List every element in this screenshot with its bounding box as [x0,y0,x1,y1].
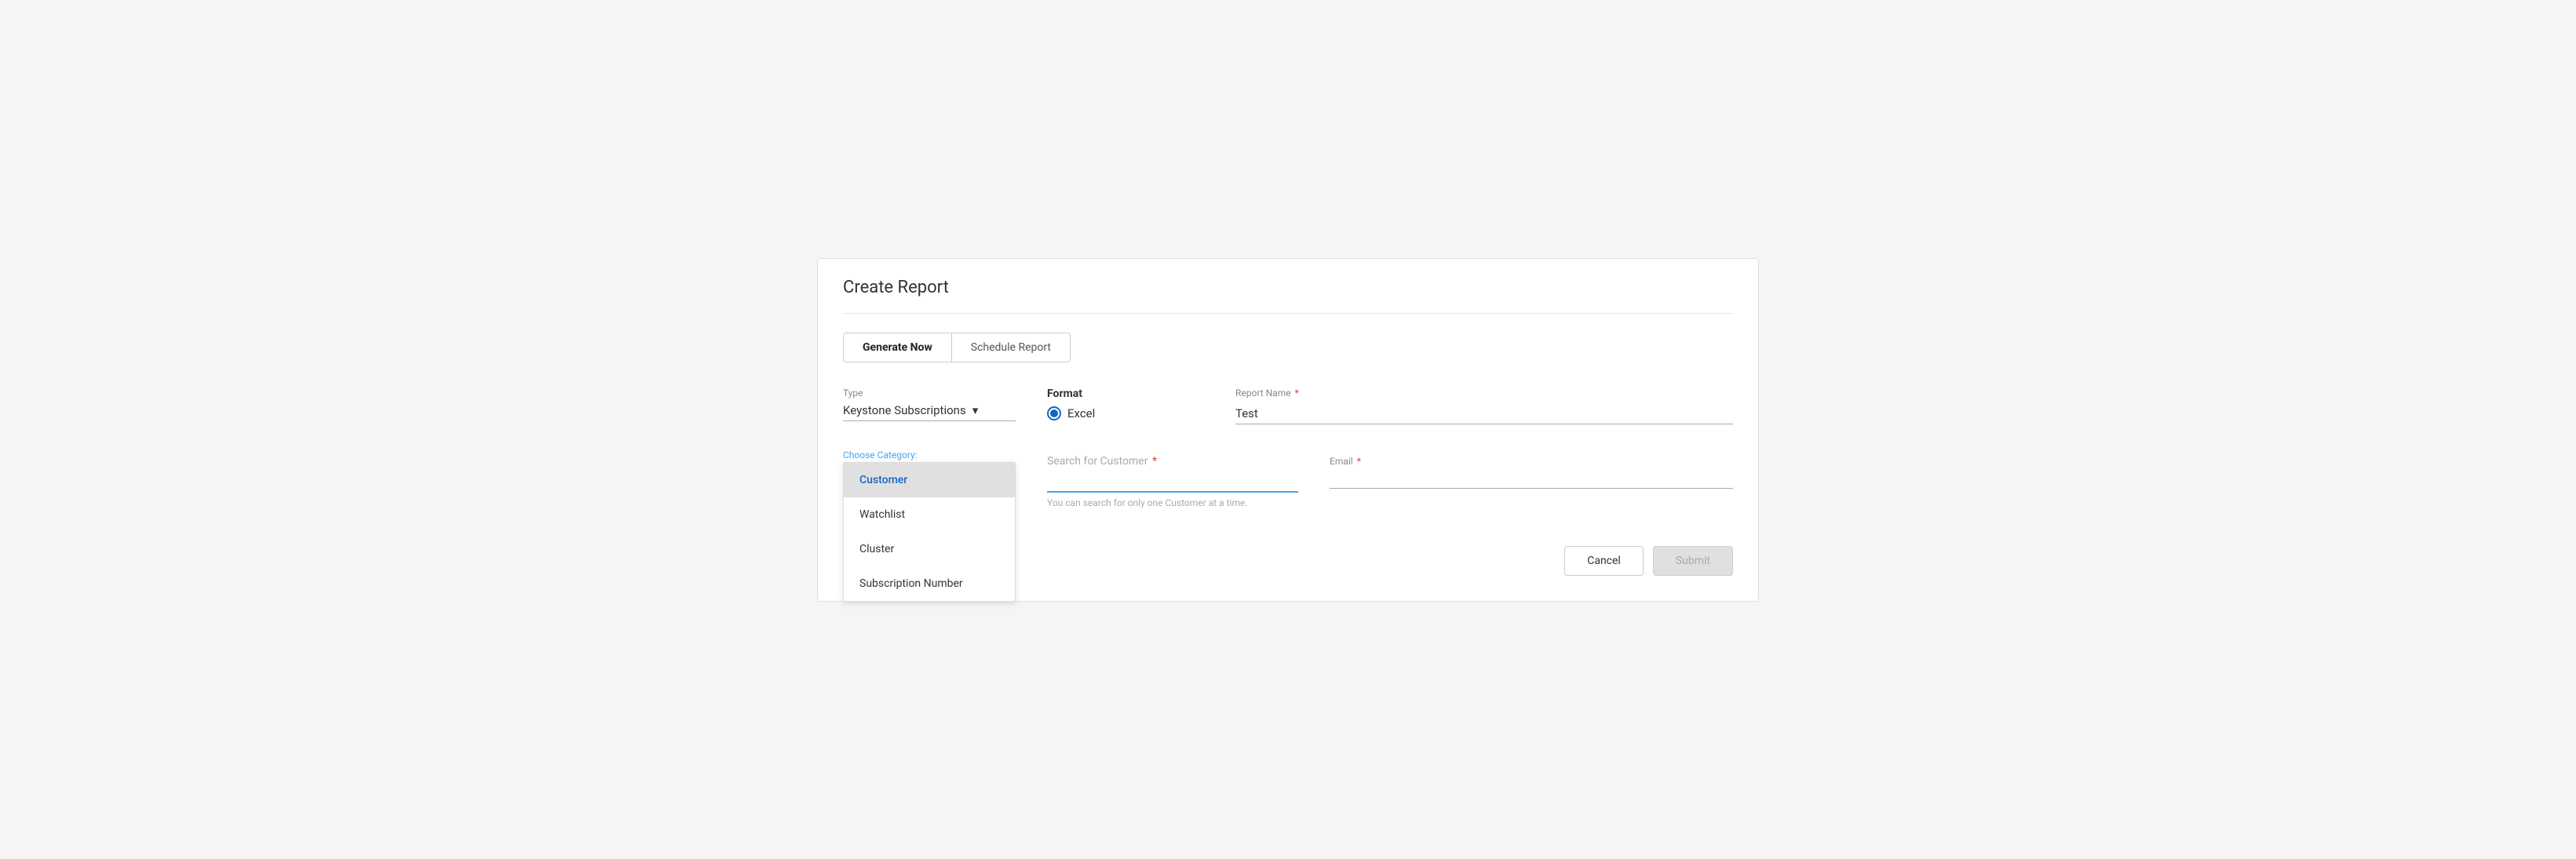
dropdown-item-watchlist[interactable]: Watchlist [844,497,1015,532]
search-hint: You can search for only one Customer at … [1047,497,1298,508]
choose-category-label: Choose Category: [843,450,918,460]
report-name-required: * [1295,388,1299,399]
search-input-wrapper: Search for Customer * You can search for… [1047,453,1298,508]
format-group: Format Excel [1047,388,1204,420]
second-form-row: Choose Category: Customer Watchlist Clus… [843,446,1733,508]
search-label: Search for Customer * [1047,455,1157,468]
dropdown-item-subscription-number[interactable]: Subscription Number [844,566,1015,601]
excel-radio-label: Excel [1067,406,1095,420]
report-name-group: Report Name * [1235,388,1733,424]
dropdown-arrow-icon: ▾ [972,403,979,417]
first-form-row: Type Keystone Subscriptions ▾ Format Exc… [843,388,1733,424]
dropdown-item-customer[interactable]: Customer [844,463,1015,497]
report-name-input[interactable] [1235,403,1733,424]
search-underline: Search for Customer * [1047,453,1298,493]
email-input[interactable] [1330,468,1733,489]
radio-inner-dot [1050,409,1058,417]
email-section: Email * [1330,446,1733,489]
type-group: Type Keystone Subscriptions ▾ [843,388,1016,421]
type-label: Type [843,388,1016,399]
format-label: Format [1047,388,1204,400]
customer-search-section: Search for Customer * You can search for… [1047,446,1298,508]
email-label: Email * [1330,456,1361,467]
email-required: * [1357,456,1361,467]
excel-radio-button[interactable] [1047,406,1061,420]
cancel-button[interactable]: Cancel [1564,546,1644,576]
tab-schedule-report[interactable]: Schedule Report [952,333,1070,362]
page-title: Create Report [843,278,1733,297]
search-customer-input[interactable] [1047,468,1298,488]
divider [843,313,1733,314]
submit-button[interactable]: Submit [1653,546,1733,576]
tabs-container: Generate Now Schedule Report [843,333,1071,362]
tab-generate-now[interactable]: Generate Now [844,333,952,362]
form-section: Type Keystone Subscriptions ▾ Format Exc… [843,388,1733,508]
dropdown-item-cluster[interactable]: Cluster [844,532,1015,566]
category-section: Choose Category: Customer Watchlist Clus… [843,446,1016,461]
create-report-container: Create Report Generate Now Schedule Repo… [817,258,1759,602]
type-dropdown[interactable]: Keystone Subscriptions ▾ [843,403,1016,421]
type-value: Keystone Subscriptions [843,403,966,417]
search-required: * [1152,455,1157,468]
report-name-label: Report Name * [1235,388,1733,399]
category-dropdown-menu: Customer Watchlist Cluster Subscription … [843,462,1016,602]
excel-radio-group[interactable]: Excel [1047,406,1204,420]
